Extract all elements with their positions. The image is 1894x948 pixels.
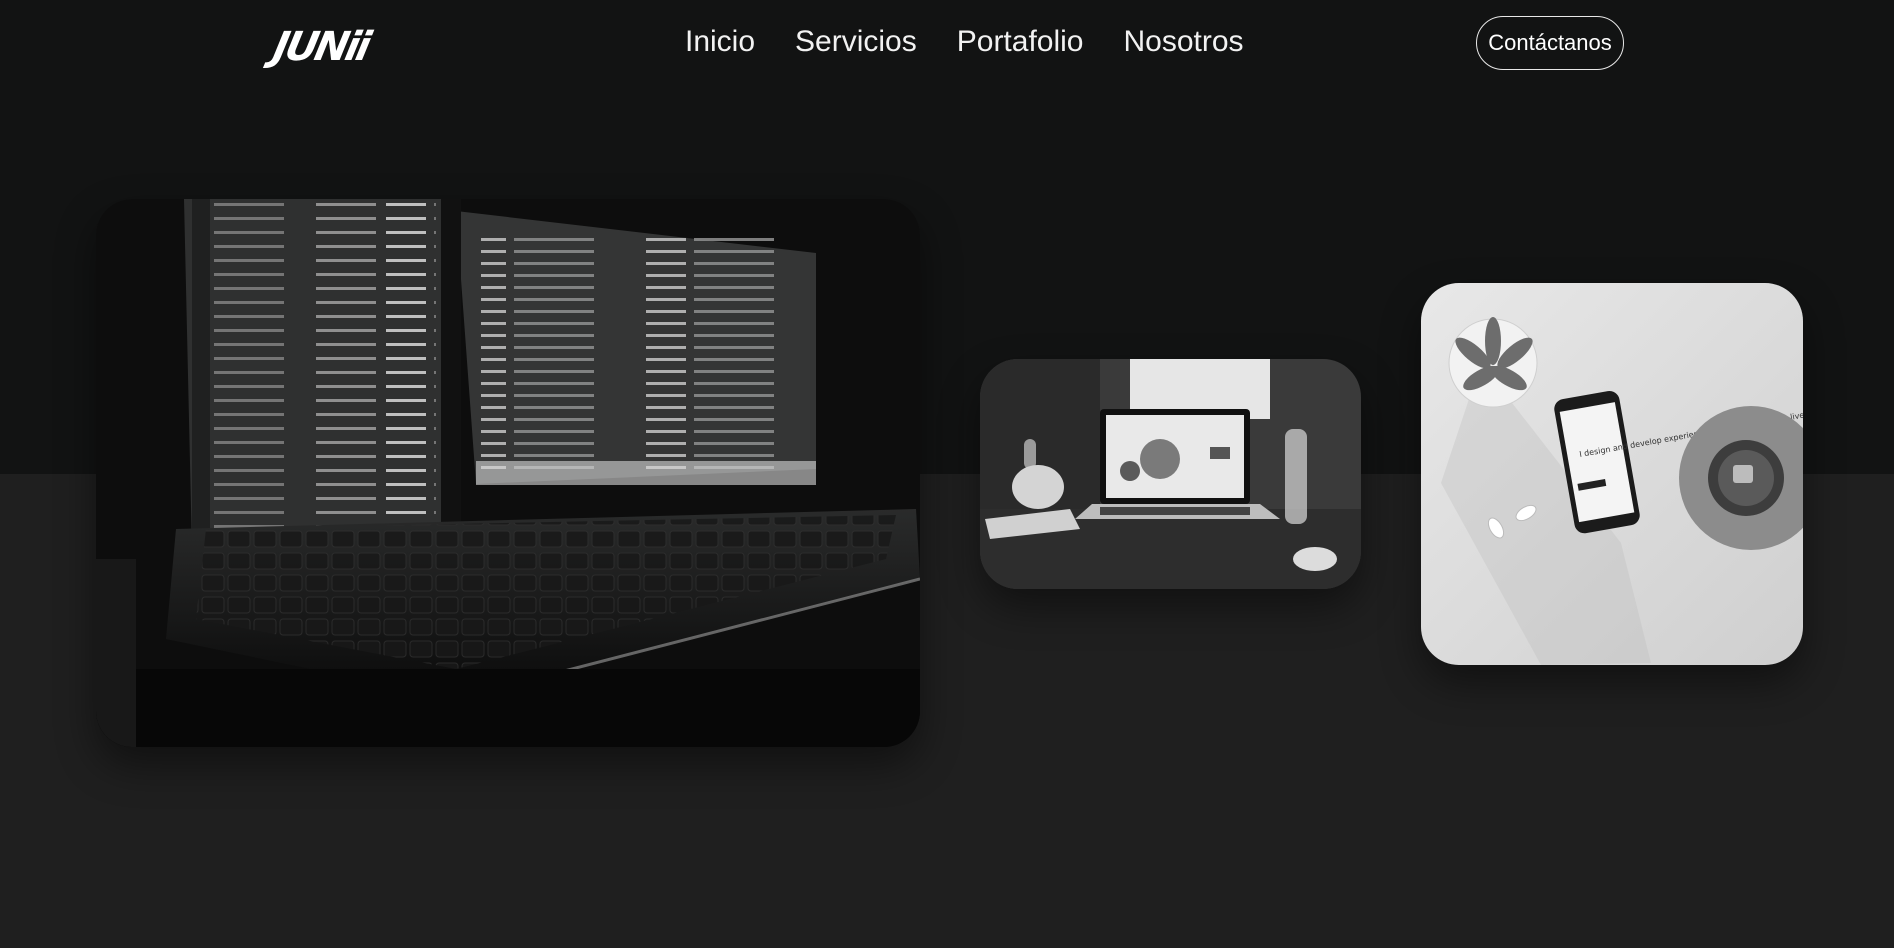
top-navbar: JUNii Inicio Servicios Portafolio Nosotr…: [0, 0, 1894, 86]
brand-logo[interactable]: JUNii: [269, 24, 400, 70]
laptop-desk-illustration: [980, 359, 1361, 589]
gallery-image-laptop-desk: [980, 359, 1361, 589]
contact-button[interactable]: Contáctanos: [1476, 16, 1624, 70]
main-nav: Inicio Servicios Portafolio Nosotros: [685, 22, 1284, 62]
nav-link-servicios[interactable]: Servicios: [795, 22, 917, 62]
gallery-image-phone-flatlay: I design and develop experiences that ma…: [1421, 283, 1803, 665]
nav-link-portafolio[interactable]: Portafolio: [957, 22, 1084, 62]
nav-link-inicio[interactable]: Inicio: [685, 22, 755, 62]
monitors-keyboard-illustration: [96, 199, 920, 747]
brand-logo-text: JUNii: [269, 24, 373, 70]
nav-link-nosotros[interactable]: Nosotros: [1124, 22, 1244, 62]
phone-flatlay-illustration: I design and develop experiences that ma…: [1421, 283, 1803, 665]
gallery-image-monitors-keyboard: [96, 199, 920, 747]
